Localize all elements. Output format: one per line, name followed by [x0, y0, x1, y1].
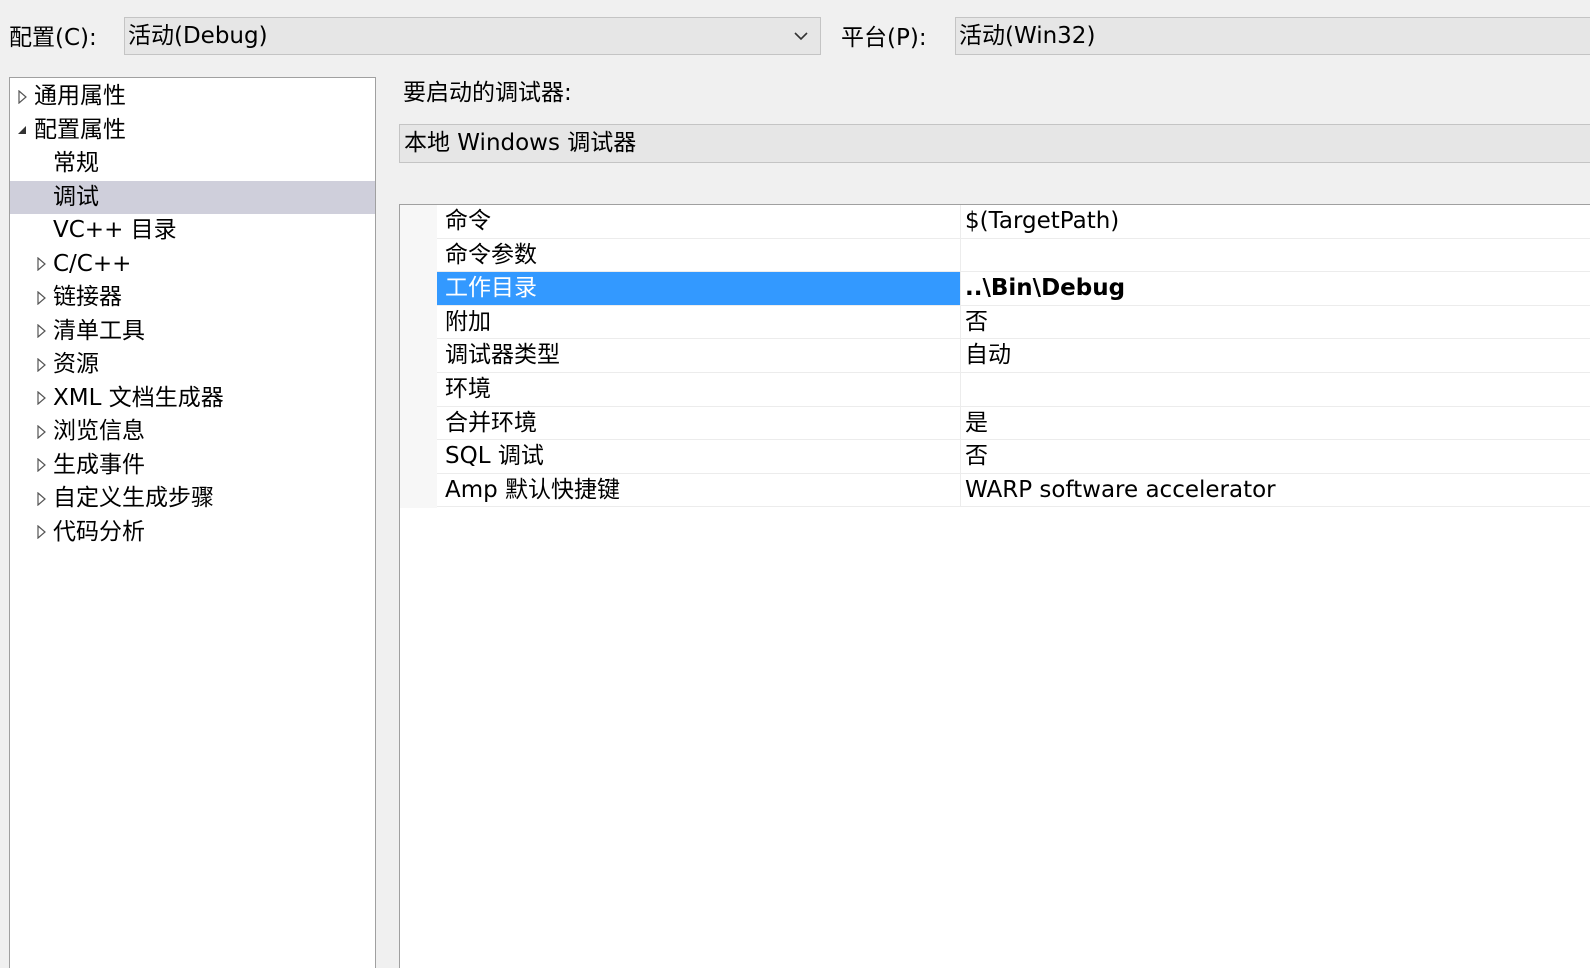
debugger-dropdown[interactable]: 本地 Windows 调试器: [399, 124, 1590, 163]
tree-item-label: 常规: [53, 150, 99, 176]
property-name[interactable]: 命令参数: [437, 238, 961, 272]
tree-item-label: VC++ 目录: [53, 217, 177, 243]
property-value[interactable]: 否: [961, 440, 1590, 473]
platform-label: 平台(P):: [841, 25, 927, 51]
property-name[interactable]: 调试器类型: [437, 339, 961, 372]
property-tree: 通用属性配置属性常规调试 VC++ 目录 C/C++ 链接器清单工具资源 XML 文档生…: [9, 77, 376, 968]
collapsed-triangle-icon[interactable]: [34, 348, 48, 381]
property-value[interactable]: WARP software accelerator: [961, 474, 1590, 507]
collapsed-triangle-icon[interactable]: [15, 80, 29, 113]
debugger-dropdown-value: 本地 Windows 调试器: [404, 130, 637, 156]
tree-item[interactable]: XML 文档生成器: [10, 382, 375, 415]
tree-item-label: 链接器: [53, 284, 122, 310]
tree-item-label: 浏览信息: [53, 418, 145, 444]
tree-item[interactable]: 代码分析: [10, 516, 375, 549]
tree-item-label: 生成事件: [53, 451, 145, 478]
collapsed-triangle-icon[interactable]: [34, 281, 48, 314]
property-grid: 命令 $(TargetPath) 命令参数 工作目录 ..\Bin\Debug 附加否调试…: [399, 204, 1590, 968]
tree-item-label: 代码分析: [53, 518, 145, 545]
tree-item[interactable]: 常规: [10, 147, 375, 180]
collapsed-triangle-icon[interactable]: [34, 516, 48, 549]
platform-dropdown-value: 活动(Win32): [959, 23, 1096, 49]
property-name[interactable]: 命令: [437, 205, 961, 238]
tree-item[interactable]: 链接器: [10, 281, 375, 314]
tree-item[interactable]: C/C++: [10, 248, 375, 281]
tree-item-label: 清单工具: [53, 317, 145, 344]
collapsed-triangle-icon[interactable]: [34, 248, 48, 281]
property-name[interactable]: 环境: [437, 373, 961, 406]
property-name[interactable]: 工作目录: [437, 272, 961, 305]
property-value[interactable]: ..\Bin\Debug: [961, 272, 1590, 305]
tree-item-label: 通用属性: [34, 83, 126, 109]
expanded-triangle-icon[interactable]: [15, 114, 29, 147]
tree-item[interactable]: 配置属性: [10, 114, 375, 147]
property-row[interactable]: 工作目录 ..\Bin\Debug: [437, 272, 1590, 306]
property-value[interactable]: $(TargetPath): [961, 205, 1590, 238]
property-row[interactable]: 附加否: [437, 305, 1590, 340]
property-row[interactable]: 环境: [437, 373, 1590, 407]
top-bar: 配置(C): 活动(Debug) 平台(P): 活动(Win32): [0, 0, 1590, 72]
tree-item-label: C/C++: [53, 250, 132, 277]
property-value[interactable]: [961, 239, 1590, 272]
tree-item[interactable]: VC++ 目录: [10, 214, 375, 247]
config-label: 配置(C):: [9, 25, 97, 51]
config-dropdown[interactable]: 活动(Debug): [124, 17, 821, 55]
tree-item[interactable]: 浏览信息: [10, 415, 375, 448]
property-name[interactable]: 合并环境: [437, 406, 961, 440]
property-row[interactable]: SQL 调试否: [437, 440, 1590, 474]
property-row[interactable]: 调试器类型 自动: [437, 339, 1590, 373]
tree-item[interactable]: 资源: [10, 348, 375, 381]
tree-item[interactable]: 生成事件: [10, 449, 375, 482]
chevron-down-icon[interactable]: [790, 18, 812, 54]
property-row[interactable]: 命令 $(TargetPath): [437, 205, 1590, 239]
tree-item-label: 自定义生成步骤: [53, 485, 214, 511]
tree-item[interactable]: 自定义生成步骤: [10, 482, 375, 515]
collapsed-triangle-icon[interactable]: [34, 449, 48, 482]
grid-gutter: [400, 205, 437, 508]
tree-item-label: 资源: [53, 351, 99, 377]
tree-item-label: 调试: [53, 183, 99, 210]
property-row[interactable]: Amp 默认快捷键 WARP software accelerator: [437, 473, 1590, 508]
property-name[interactable]: SQL 调试: [437, 440, 961, 473]
property-value[interactable]: 自动: [961, 339, 1590, 372]
tree-item[interactable]: 清单工具: [10, 315, 375, 348]
property-name[interactable]: Amp 默认快捷键: [437, 473, 961, 507]
tree-item[interactable]: 调试: [10, 180, 375, 214]
tree-item-label: XML 文档生成器: [53, 384, 224, 411]
property-value[interactable]: [961, 373, 1590, 406]
property-value[interactable]: 是: [961, 407, 1590, 440]
collapsed-triangle-icon[interactable]: [34, 382, 48, 415]
property-name[interactable]: 附加: [437, 305, 961, 339]
collapsed-triangle-icon[interactable]: [34, 315, 48, 348]
collapsed-triangle-icon[interactable]: [34, 415, 48, 448]
collapsed-triangle-icon[interactable]: [34, 482, 48, 515]
property-row[interactable]: 命令参数: [437, 238, 1590, 273]
tree-item-label: 配置属性: [34, 116, 126, 143]
property-row[interactable]: 合并环境是: [437, 406, 1590, 441]
platform-dropdown[interactable]: 活动(Win32): [955, 17, 1590, 55]
tree-item[interactable]: 通用属性: [10, 80, 375, 113]
config-dropdown-value: 活动(Debug): [128, 23, 268, 49]
property-value[interactable]: 否: [961, 306, 1590, 339]
debugger-label: 要启动的调试器:: [403, 80, 572, 106]
